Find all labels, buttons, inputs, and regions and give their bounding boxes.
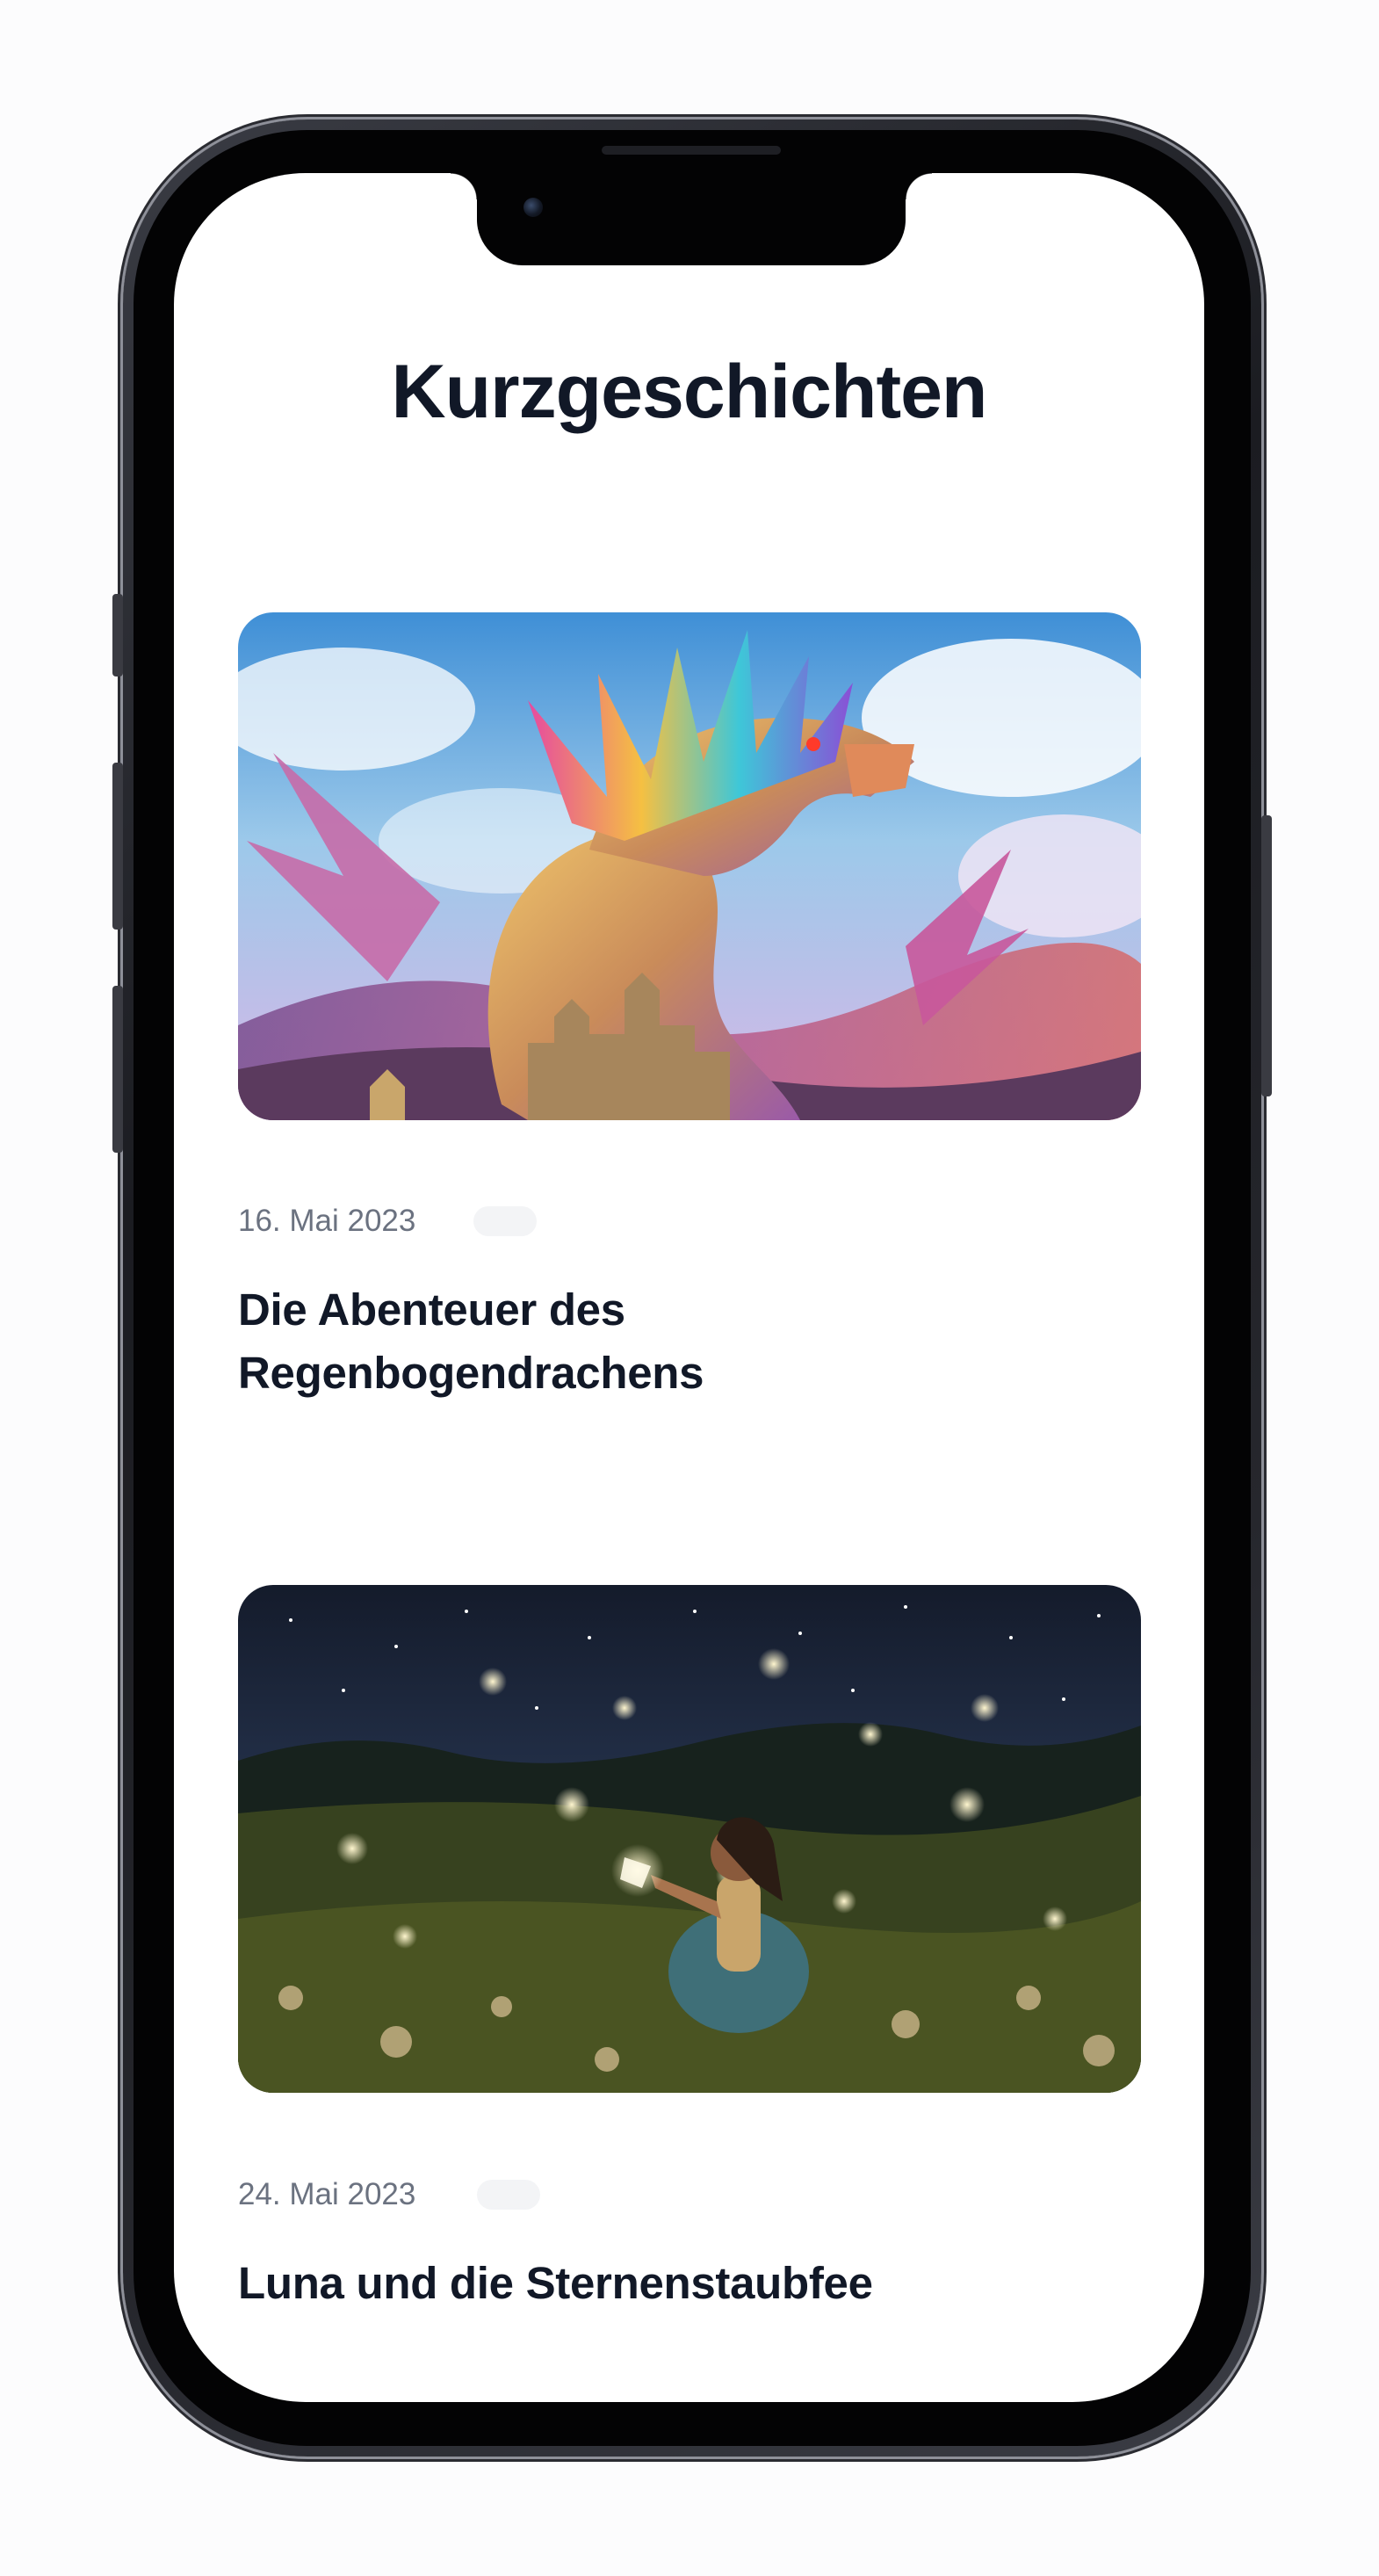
story-tag (477, 2180, 540, 2210)
story-image-dragon[interactable] (238, 612, 1141, 1120)
power-button (1261, 815, 1272, 1096)
page-title: Kurzgeschichten (391, 350, 988, 434)
silent-switch (112, 594, 123, 677)
earpiece-speaker (602, 146, 781, 155)
story-title[interactable]: Die Abenteuer des Regenbogendrachens (238, 1278, 1081, 1405)
volume-up-button (112, 763, 123, 930)
notch (451, 173, 932, 265)
front-camera-icon (523, 198, 543, 217)
fairy-illustration (238, 1585, 1141, 2093)
story-tag (473, 1206, 537, 1236)
volume-down-button (112, 986, 123, 1153)
story-image-fairy[interactable] (238, 1585, 1141, 2093)
story-title[interactable]: Luna und die Sternenstaubfee (238, 2252, 1081, 2315)
story-date: 24. Mai 2023 (238, 2177, 416, 2211)
dragon-illustration (238, 612, 1141, 1120)
app-screen: Kurzgeschichten 16. Mai 2023 Die Abenteu… (174, 173, 1204, 2402)
story-date: 16. Mai 2023 (238, 1204, 416, 1238)
